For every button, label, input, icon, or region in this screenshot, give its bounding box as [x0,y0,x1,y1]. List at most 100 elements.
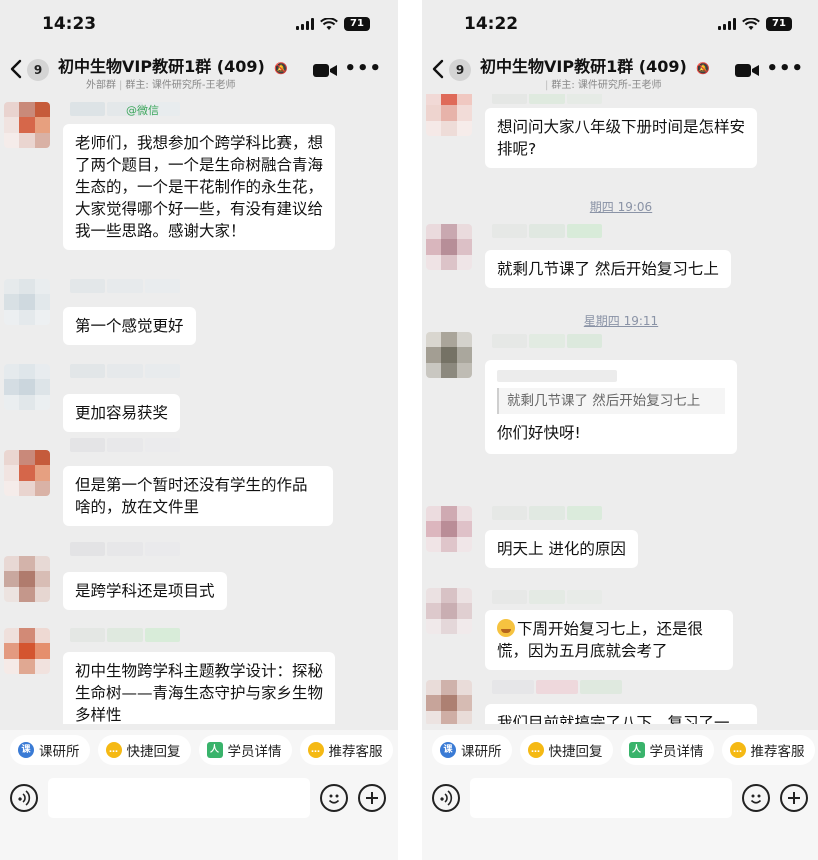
message-input[interactable] [48,778,310,818]
plus-attach-icon[interactable] [780,784,808,812]
message-bubble[interactable]: 但是第一个暂时还没有学生的作品啥的，放在文件里 [63,466,333,526]
wechat-tag: @微信 [126,104,159,117]
sender-name-blurred [70,102,180,116]
member-count: (409) [638,57,687,76]
sender-name-blurred [492,224,602,238]
status-bar: 14:23 71 [0,0,398,48]
message-list[interactable]: 想问问大家八年级下册时间是怎样安排呢? 期四 19:06 就剩几节课了 然后开始… [422,94,818,724]
emoji-picker-icon[interactable] [320,784,348,812]
avatar[interactable] [4,556,50,602]
video-call-icon[interactable] [734,61,760,79]
quick-action-bar: 课课研所 … 快捷回复 人学员详情 … 推荐客服 [0,730,398,770]
message-bubble[interactable]: 是跨学科还是项目式 [63,572,227,610]
student-detail-button[interactable]: 人学员详情 [620,735,714,765]
sender-name-blurred [492,590,602,604]
student-icon: 人 [206,742,223,758]
left-phone-screen: 14:23 71 9 初中生物VIP教研1群 (409) 🔕 外部群 | 群主: 课… [0,0,398,860]
back-arrow-icon[interactable] [430,58,446,80]
quick-course-button[interactable]: 课课研所 [10,735,90,765]
avatar[interactable] [426,680,472,724]
battery-icon: 71 [344,17,370,31]
wifi-icon [320,17,338,30]
voice-input-icon[interactable] [432,784,460,812]
quoted-message[interactable]: 就剩几节课了 然后开始复习七上 [497,388,725,414]
group-title[interactable]: 初中生物VIP教研1群 (409) 🔕 [58,53,288,77]
message-bubble[interactable]: 就剩几节课了 然后开始复习七上 你们好快呀! [485,360,737,454]
unread-badge: 9 [449,59,471,81]
message-bubble[interactable]: 想问问大家八年级下册时间是怎样安排呢? [485,108,757,168]
plus-attach-icon[interactable] [358,784,386,812]
chat-header: 9 初中生物VIP教研1群 (409) 🔕 外部群 | 群主: 课件研究所-王老师 … [0,48,398,94]
student-icon: 人 [628,742,645,758]
group-title[interactable]: 初中生物VIP教研1群 (409) 🔕 [480,53,710,77]
emoji-picker-icon[interactable] [742,784,770,812]
more-options-icon[interactable]: ••• [766,58,804,79]
quick-reply-icon: … [527,742,544,758]
message-bubble[interactable]: 下周开始复习七上，还是很慌，因为五月底就会考了 [485,610,733,670]
message-bubble[interactable]: 明天上 进化的原因 [485,530,638,568]
reply-text: 你们好快呀! [497,424,581,442]
right-phone-screen: 14:22 71 9 初中生物VIP教研1群 (409) 🔕 | 群主: 课件研究… [422,0,818,860]
signal-icon [718,18,736,30]
avatar[interactable] [4,628,50,674]
recommend-service-button[interactable]: … 推荐客服 [721,735,815,765]
avatar[interactable] [4,450,50,496]
sender-name-blurred [70,542,180,556]
recommend-service-button[interactable]: … 推荐客服 [299,735,393,765]
quick-reply-button[interactable]: … 快捷回复 [97,735,191,765]
unread-badge: 9 [27,59,49,81]
message-bubble[interactable]: 更加容易获奖 [63,394,181,432]
status-time: 14:22 [464,14,519,34]
group-subtitle: 外部群 | 群主: 课件研究所-王老师 [86,80,236,91]
status-time: 14:23 [42,14,97,34]
status-bar: 14:22 71 [422,0,818,48]
avatar[interactable] [426,224,472,270]
message-bubble[interactable]: 我们目前就搞完了八下，复习了一 [485,704,757,724]
group-subtitle: | 群主: 课件研究所-王老师 [545,80,662,91]
message-list[interactable]: @微信 老师们，我想参加个跨学科比赛，想了两个题目，一个是生命树融合青海生态的，… [0,94,398,724]
message-bubble[interactable]: 就剩几节课了 然后开始复习七上 [485,250,731,288]
message-bubble[interactable]: 第一个感觉更好 [63,307,196,345]
video-call-icon[interactable] [312,61,338,79]
avatar[interactable] [4,102,50,148]
battery-icon: 71 [766,17,792,31]
sender-name-blurred [492,506,602,520]
course-icon: 课 [18,742,34,758]
mute-icon: 🔕 [696,62,711,75]
avatar[interactable] [426,332,472,378]
avatar[interactable] [4,364,50,410]
input-bar [422,770,818,860]
chat-header: 9 初中生物VIP教研1群 (409) 🔕 | 群主: 课件研究所-王老师 ••• [422,48,818,94]
service-icon: … [729,742,746,758]
laughing-crying-emoji-icon [497,619,515,637]
sender-name-blurred [70,628,180,642]
message-bubble[interactable]: 老师们，我想参加个跨学科比赛，想了两个题目，一个是生命树融合青海生态的，一个是干… [63,124,335,250]
message-input[interactable] [470,778,732,818]
message-timestamp: 期四 19:06 [589,200,653,214]
group-owner: 群主: 课件研究所-王老师 [551,80,662,91]
mute-icon: 🔕 [274,62,289,75]
quick-reply-button[interactable]: … 快捷回复 [519,735,613,765]
course-icon: 课 [440,742,456,758]
more-options-icon[interactable]: ••• [344,58,382,79]
group-name: 初中生物VIP教研1群 [58,57,212,76]
quick-reply-icon: … [105,742,122,758]
sender-name-blurred [70,438,180,452]
message-bubble[interactable]: 初中生物跨学科主题教学设计：探秘生命树——青海生态守护与家乡生物多样性 [63,652,335,724]
input-bar [0,770,398,860]
avatar[interactable] [426,506,472,552]
group-name: 初中生物VIP教研1群 [480,57,634,76]
signal-icon [296,18,314,30]
sender-name-blurred [70,279,180,293]
quick-action-bar: 课课研所 … 快捷回复 人学员详情 … 推荐客服 [422,730,818,770]
sender-name-blurred [492,680,622,694]
external-tag: 外部群 [86,80,116,91]
student-detail-button[interactable]: 人学员详情 [198,735,292,765]
quick-course-button[interactable]: 课课研所 [432,735,512,765]
avatar[interactable] [426,94,472,136]
avatar[interactable] [4,279,50,325]
service-icon: … [307,742,324,758]
avatar[interactable] [426,588,472,634]
back-arrow-icon[interactable] [8,58,24,80]
voice-input-icon[interactable] [10,784,38,812]
